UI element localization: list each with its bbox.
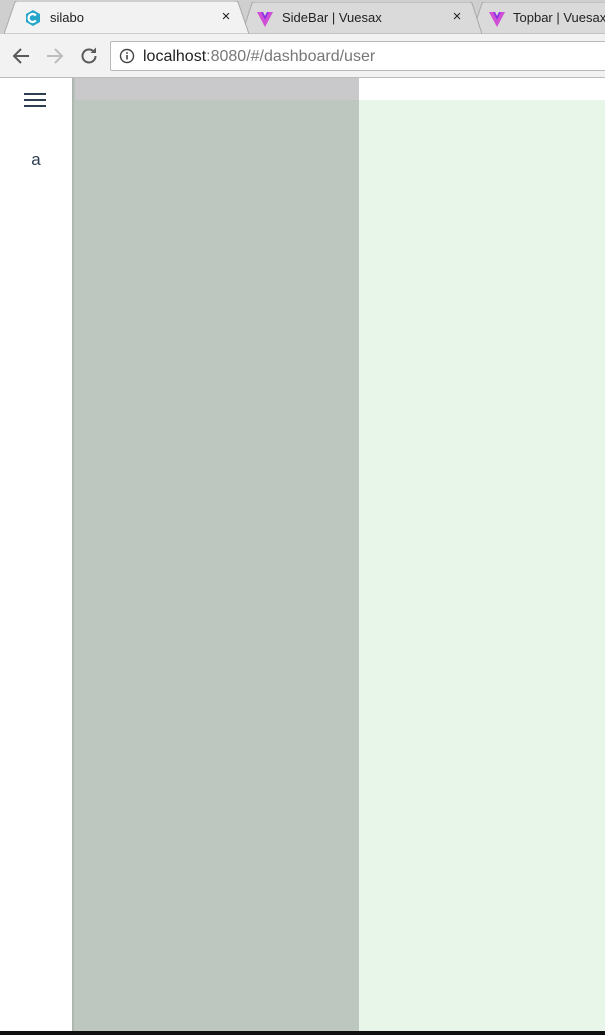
address-bar[interactable]: localhost:8080/#/dashboard/user bbox=[110, 41, 605, 71]
main-content-area bbox=[359, 78, 605, 1031]
url-host: localhost bbox=[143, 48, 207, 65]
overlay-shadow-edge bbox=[72, 78, 75, 1031]
tab-sidebar-vuesax[interactable]: SideBar | Vuesax × bbox=[242, 2, 482, 34]
forward-arrow-icon[interactable] bbox=[43, 44, 67, 68]
info-icon[interactable] bbox=[119, 48, 135, 64]
window-bottom-edge bbox=[0, 1031, 605, 1035]
tab-title: Topbar | Vuesax bbox=[513, 10, 605, 25]
overlay-header-strip bbox=[72, 78, 359, 100]
close-tab-icon[interactable]: × bbox=[218, 9, 234, 25]
content-header-strip bbox=[359, 78, 605, 100]
browser-toolbar: localhost:8080/#/dashboard/user bbox=[0, 34, 605, 78]
tab-title: SideBar | Vuesax bbox=[282, 10, 382, 25]
hamburger-menu-icon[interactable] bbox=[24, 90, 48, 110]
sidebar-backdrop-overlay[interactable] bbox=[72, 78, 359, 1031]
sidebar-item-a[interactable]: a bbox=[0, 150, 72, 170]
url-text: localhost:8080/#/dashboard/user bbox=[143, 48, 375, 66]
tab-silabo[interactable]: silabo × bbox=[4, 1, 249, 34]
vuesax-icon bbox=[257, 12, 273, 27]
close-tab-icon[interactable]: × bbox=[449, 9, 465, 25]
silabo-c-icon bbox=[26, 10, 40, 26]
back-arrow-icon[interactable] bbox=[9, 44, 33, 68]
url-path: :8080/#/dashboard/user bbox=[206, 48, 376, 65]
tab-topbar-vuesax[interactable]: Topbar | Vuesax bbox=[472, 2, 605, 34]
vuesax-icon bbox=[489, 12, 505, 27]
app-sidebar: a bbox=[0, 78, 72, 1031]
reload-icon[interactable] bbox=[77, 44, 101, 68]
tab-title: silabo bbox=[50, 10, 84, 25]
browser-tab-strip: Topbar | Vuesax SideBar | Vuesax × silab… bbox=[0, 0, 605, 34]
